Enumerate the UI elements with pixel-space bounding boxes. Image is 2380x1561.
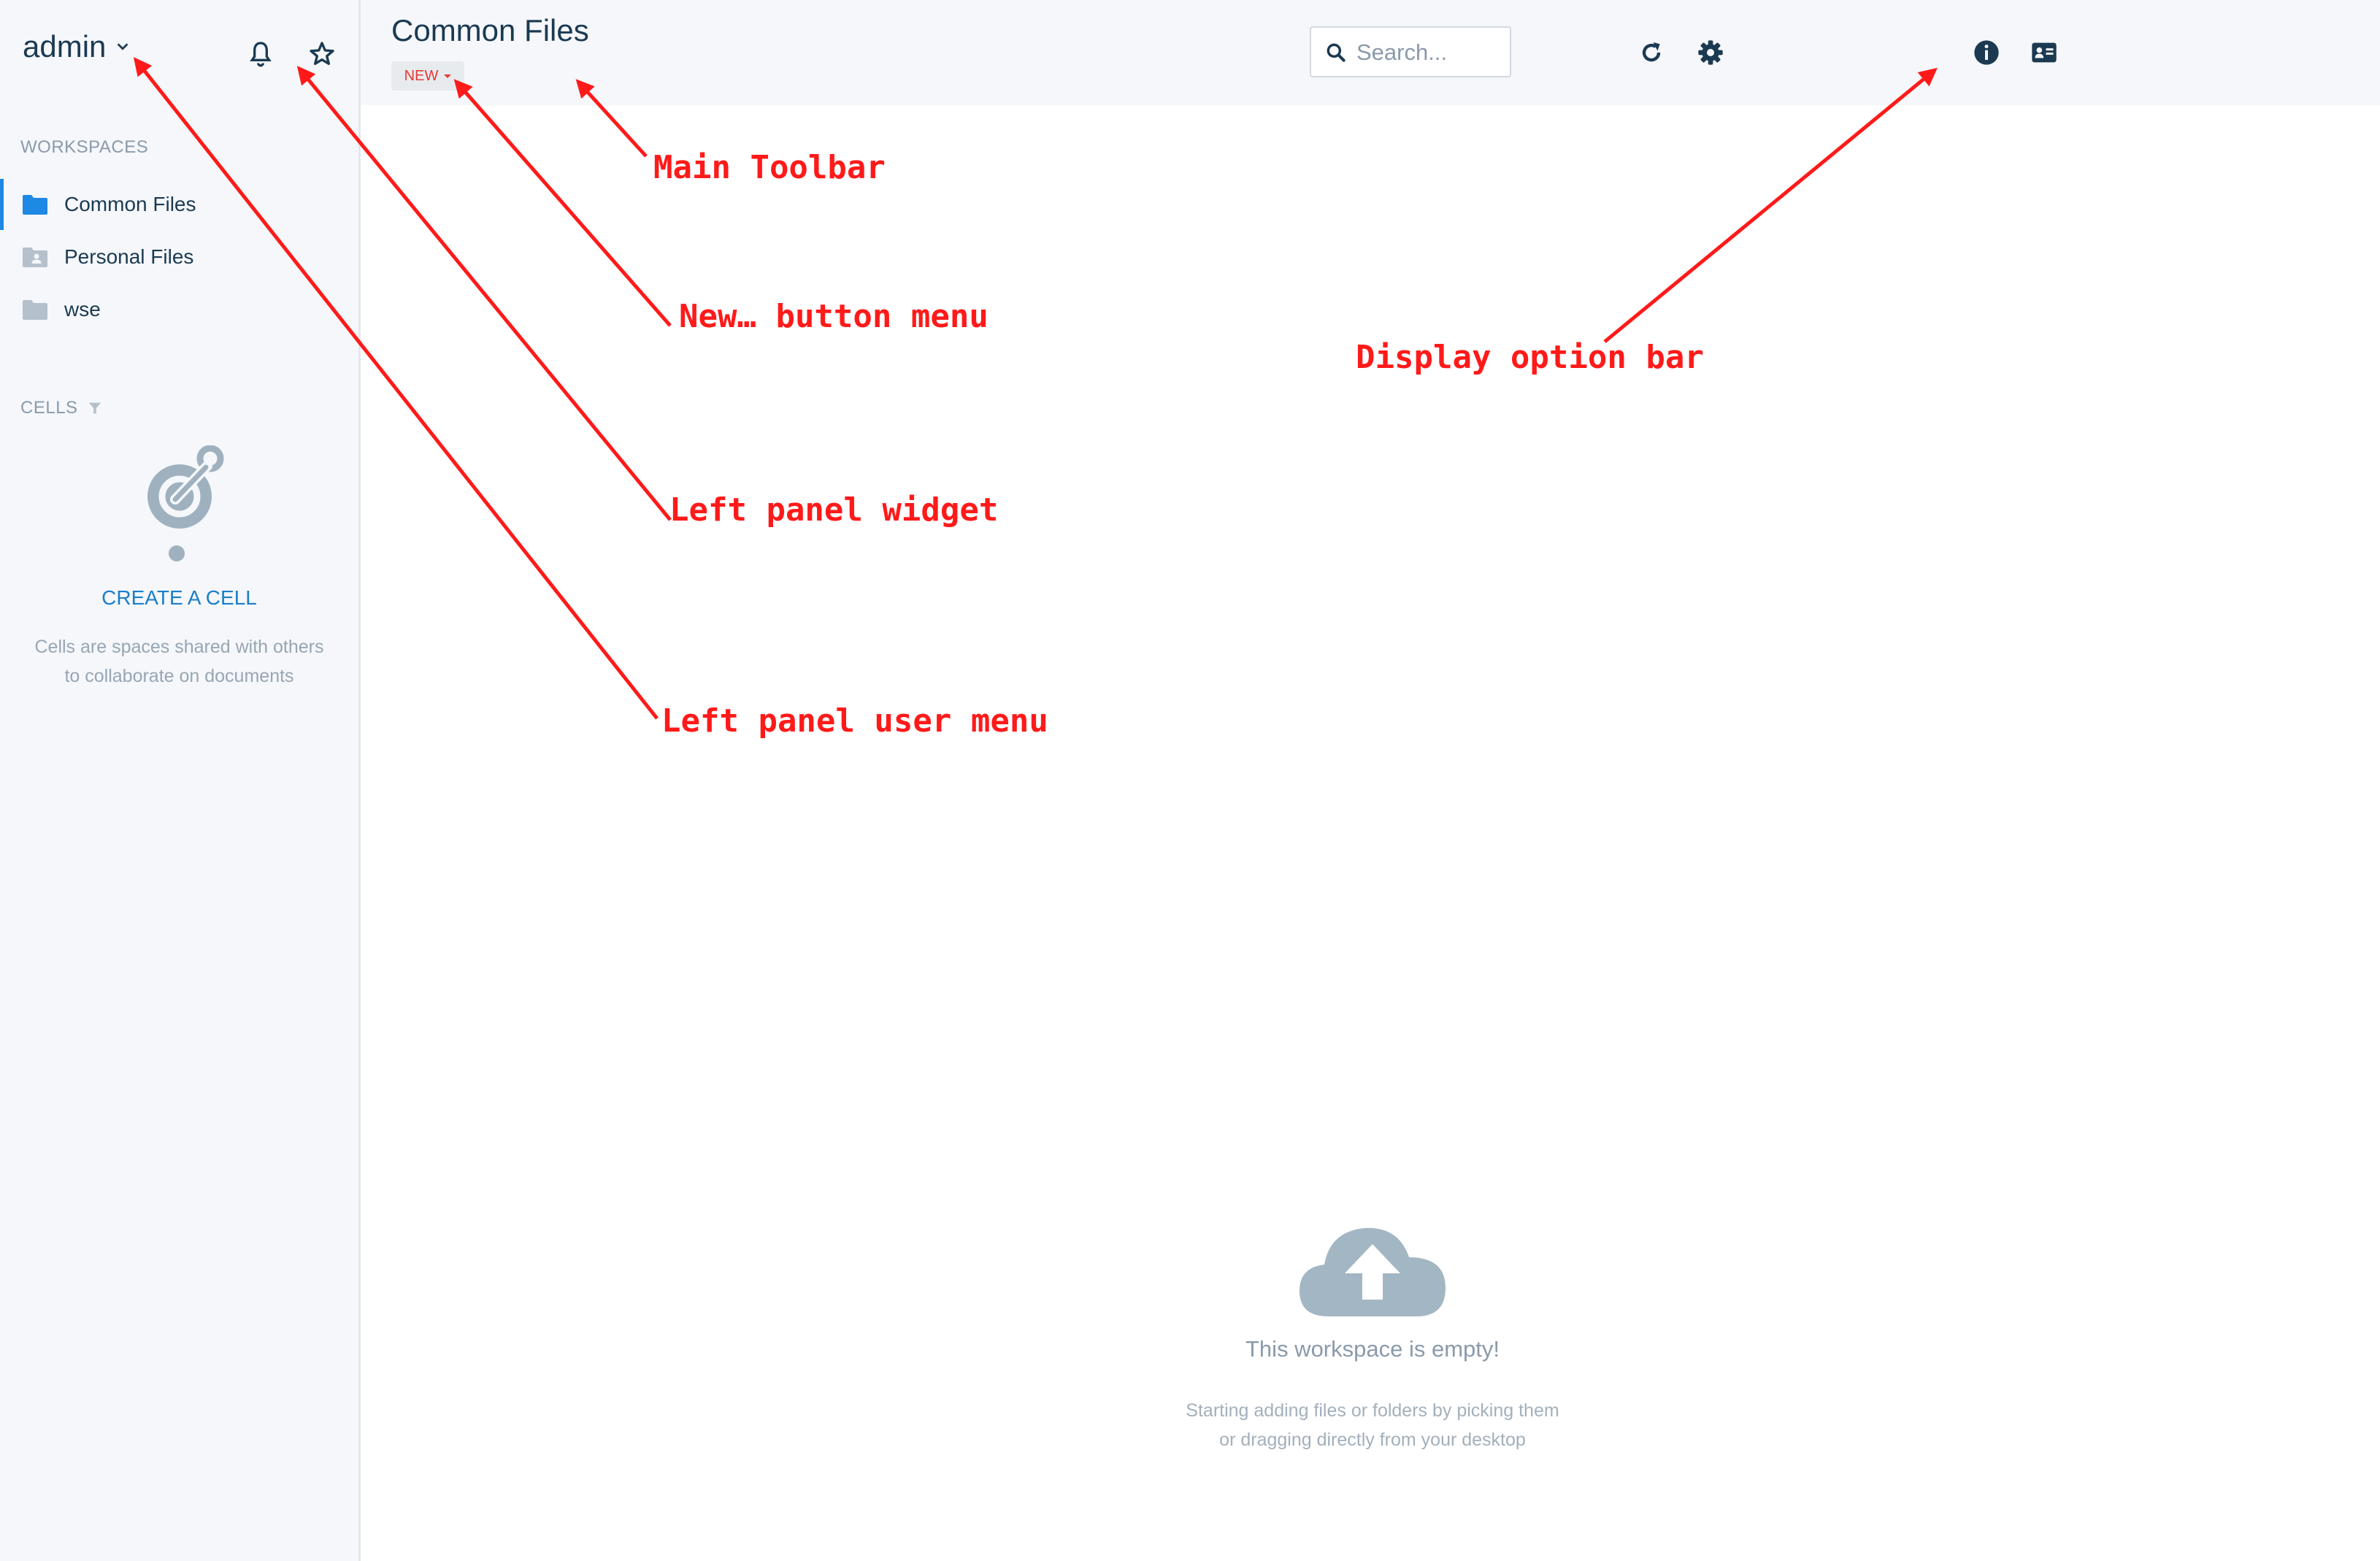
- cloud-upload-icon: [1300, 1227, 1446, 1316]
- sidebar-item-common-files[interactable]: Common Files: [0, 179, 358, 230]
- new-button-label: NEW: [404, 67, 439, 84]
- sidebar-item-personal-files[interactable]: Personal Files: [0, 231, 358, 283]
- sidebar-item-wse[interactable]: wse: [0, 284, 358, 335]
- arrow-display-options: [1603, 67, 1938, 343]
- page-title: Common Files: [391, 13, 589, 47]
- bell-icon[interactable]: [246, 39, 275, 69]
- workspaces-heading: WORKSPACES: [20, 137, 149, 157]
- search-icon: [1327, 43, 1346, 62]
- cells-heading: CELLS: [20, 398, 103, 418]
- empty-desc-line: Starting adding files or folders by pick…: [1186, 1400, 1559, 1421]
- annotation-left-panel-user-menu: Left panel user menu: [661, 702, 1048, 740]
- star-icon[interactable]: [307, 39, 337, 69]
- sidebar-item-label: Personal Files: [64, 245, 194, 268]
- annotation-left-panel-widget: Left panel widget: [669, 491, 999, 529]
- user-name: admin: [23, 29, 107, 64]
- personal-folder-icon: [23, 248, 47, 267]
- info-icon[interactable]: [1972, 38, 2001, 67]
- cells-heading-label: CELLS: [20, 398, 78, 418]
- create-cell-link[interactable]: CREATE A CELL: [0, 586, 358, 610]
- main-toolbar: Common Files NEW: [361, 0, 2380, 105]
- empty-state-description: Starting adding files or folders by pick…: [1080, 1396, 1665, 1454]
- filter-icon[interactable]: [87, 400, 103, 416]
- arrow-new-button: [453, 79, 672, 327]
- chevron-down-icon: [118, 43, 128, 50]
- cells-desc-line: to collaborate on documents: [64, 666, 294, 686]
- empty-state-title: This workspace is empty!: [1245, 1336, 1500, 1362]
- sidebar-item-label: Common Files: [64, 193, 196, 215]
- contact-card-icon[interactable]: [2030, 38, 2059, 67]
- caret-down-icon: [444, 74, 452, 78]
- new-button[interactable]: NEW: [391, 61, 464, 91]
- gear-icon[interactable]: [1696, 38, 1725, 67]
- annotation-main-toolbar: Main Toolbar: [653, 149, 886, 186]
- cells-logo-icon: [147, 445, 224, 561]
- search-field[interactable]: [1310, 26, 1511, 77]
- user-menu[interactable]: admin: [23, 29, 131, 64]
- sidebar-item-label: wse: [64, 298, 101, 321]
- folder-icon: [23, 195, 47, 215]
- folder-icon: [23, 300, 47, 320]
- cells-description: Cells are spaces shared with others to c…: [15, 632, 344, 691]
- annotation-new-button-menu: New… button menu: [679, 298, 989, 335]
- empty-desc-line: or dragging directly from your desktop: [1219, 1430, 1526, 1450]
- refresh-icon[interactable]: [1637, 38, 1666, 67]
- cells-desc-line: Cells are spaces shared with others: [34, 637, 324, 657]
- annotation-display-option-bar: Display option bar: [1356, 339, 1704, 376]
- search-input[interactable]: [1355, 35, 1504, 70]
- left-panel: admin WORKSPACES Common Files Personal F…: [0, 0, 361, 1561]
